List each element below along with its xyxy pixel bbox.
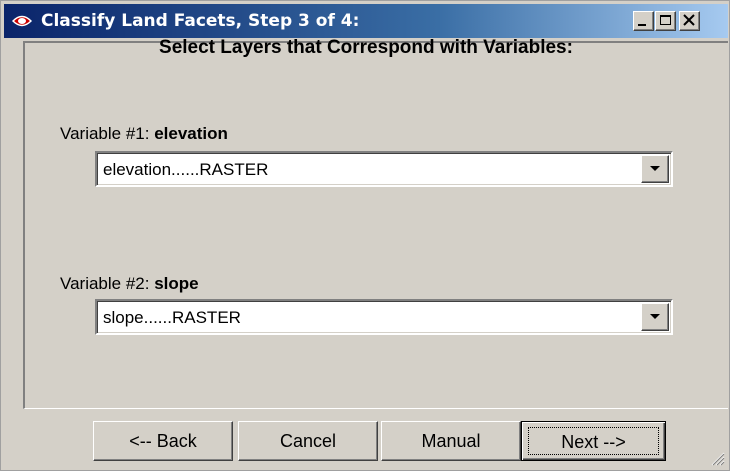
maximize-button[interactable] (655, 11, 676, 31)
variable-1-label: Variable #1: elevation (60, 124, 228, 144)
minimize-button[interactable] (633, 11, 654, 31)
window-title: Classify Land Facets, Step 3 of 4: (41, 11, 360, 31)
variable-1-layer-select[interactable]: elevation......RASTER (95, 151, 673, 187)
variable-2-dropdown-button[interactable] (641, 303, 669, 331)
minimize-icon (638, 24, 646, 26)
variable-2-label: Variable #2: slope (60, 274, 199, 294)
close-icon (683, 14, 695, 26)
app-eye-icon (11, 12, 33, 30)
variable-2-name: slope (154, 274, 199, 293)
cancel-button[interactable]: Cancel (238, 421, 378, 461)
variable-2-selected-value: slope......RASTER (103, 308, 241, 327)
instructions-heading: Select Layers that Correspond with Varia… (159, 37, 573, 58)
dropdown-arrow-icon (650, 166, 660, 171)
resize-grip-icon[interactable] (707, 448, 725, 466)
title-bar[interactable]: Classify Land Facets, Step 3 of 4: (4, 4, 728, 38)
variable-1-selected-value: elevation......RASTER (103, 160, 269, 179)
content-panel (23, 41, 728, 409)
next-button-label: Next --> (528, 427, 659, 455)
maximize-icon (660, 15, 671, 25)
variable-2-prefix: Variable #2: (60, 274, 155, 293)
close-button[interactable] (679, 11, 700, 31)
dialog-window: Classify Land Facets, Step 3 of 4: Selec… (0, 0, 730, 471)
variable-1-name: elevation (154, 124, 228, 143)
back-button[interactable]: <-- Back (93, 421, 233, 461)
dropdown-arrow-icon (650, 314, 660, 319)
variable-1-prefix: Variable #1: (60, 124, 155, 143)
variable-2-layer-select[interactable]: slope......RASTER (95, 299, 673, 335)
next-button[interactable]: Next --> (521, 421, 666, 461)
variable-1-dropdown-button[interactable] (641, 155, 669, 183)
manual-button[interactable]: Manual (381, 421, 521, 461)
